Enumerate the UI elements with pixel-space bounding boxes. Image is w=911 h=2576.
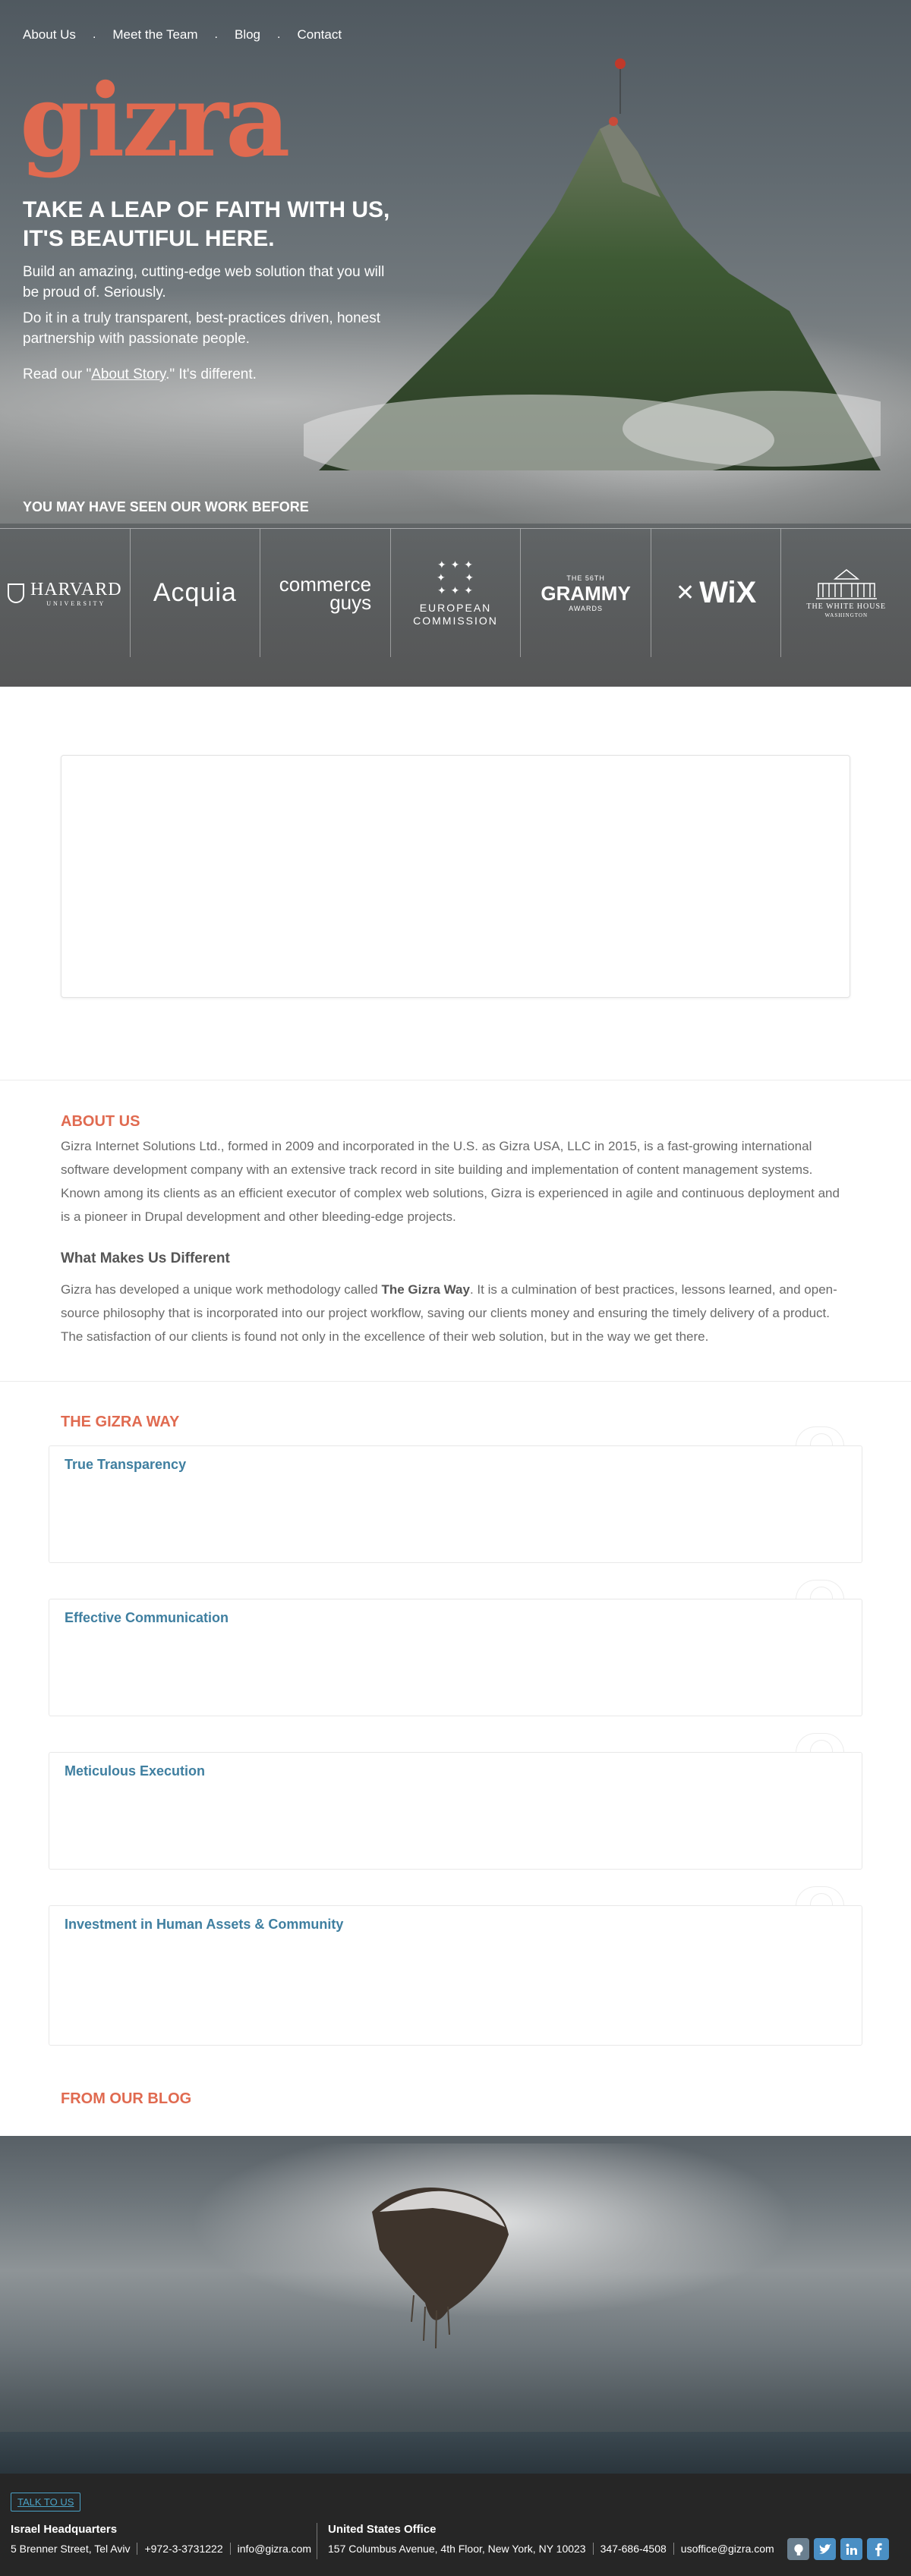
israel-office-title: Israel Headquarters xyxy=(11,2523,118,2536)
twitter-icon[interactable] xyxy=(814,2538,836,2560)
client-harvard: HARVARD UNIVERSITY xyxy=(0,529,131,657)
clients-title: YOU MAY HAVE SEEN OUR WORK BEFORE xyxy=(23,499,309,514)
way-card-title: True Transparency xyxy=(65,1457,187,1472)
wh-line-2: WASHINGTON xyxy=(824,612,868,618)
way-bubble-icon xyxy=(796,1580,844,1601)
separator xyxy=(229,2543,231,2555)
hero-headline-line-1: TAKE A LEAP OF FAITH WITH US, xyxy=(23,197,390,222)
way-card-communication[interactable]: Effective Communication xyxy=(49,1599,862,1716)
facebook-icon[interactable] xyxy=(867,2538,889,2560)
intro-3-suffix: ." It's different. xyxy=(165,366,257,382)
about-story-link[interactable]: About Story xyxy=(91,366,165,382)
hero-headline-line-2: IT'S BEAUTIFUL HERE. xyxy=(23,226,275,251)
social-links xyxy=(787,2538,889,2560)
israel-office-details: 5 Brenner Street, Tel Aviv +972-3-373122… xyxy=(11,2543,311,2555)
us-office-title: United States Office xyxy=(328,2523,437,2536)
us-phone[interactable]: 347-686-4508 xyxy=(601,2543,667,2555)
hero-headline: TAKE A LEAP OF FAITH WITH US, IT'S BEAUT… xyxy=(23,196,448,253)
way-bubble-icon xyxy=(796,1733,844,1754)
about-text-2-prefix: Gizra has developed a unique work method… xyxy=(61,1282,382,1297)
mountain-illustration xyxy=(304,58,881,470)
nav-separator: . xyxy=(92,28,96,41)
blog-hero-image[interactable] xyxy=(0,2136,911,2474)
intro-3-prefix: Read our " xyxy=(23,366,92,382)
way-card-community[interactable]: Investment in Human Assets & Community xyxy=(49,1905,862,2046)
about-text: Gizra Internet Solutions Ltd., formed in… xyxy=(61,1139,840,1224)
blog-title: FROM OUR BLOG xyxy=(61,2090,192,2107)
eu-stars-icon: ✦ ✦ ✦ ✦ ✦ ✦ ✦ ✦ xyxy=(437,558,474,596)
about-subtitle: What Makes Us Different xyxy=(61,1250,230,1266)
section-divider xyxy=(0,1381,911,1382)
way-card-title: Meticulous Execution xyxy=(65,1763,206,1779)
ec-line-2: COMMISSION xyxy=(413,615,498,627)
about-text-2: Gizra has developed a unique work method… xyxy=(61,1278,850,1348)
main-nav: About Us . Meet the Team . Blog . Contac… xyxy=(23,27,342,42)
cg-line-2: guys xyxy=(329,590,372,614)
gizra-logo[interactable]: gizra xyxy=(20,71,290,171)
footer: TALK TO US Israel Headquarters 5 Brenner… xyxy=(0,2474,911,2576)
harvard-sub: UNIVERSITY xyxy=(46,599,106,607)
us-address: 157 Columbus Avenue, 4th Floor, New York… xyxy=(328,2543,586,2555)
client-white-house: THE WHITE HOUSE WASHINGTON xyxy=(781,529,911,657)
way-bubble-icon xyxy=(796,1426,844,1448)
israel-phone[interactable]: +972-3-3731222 xyxy=(144,2543,222,2555)
nav-separator: . xyxy=(214,28,218,41)
way-card-execution[interactable]: Meticulous Execution xyxy=(49,1752,862,1870)
nav-contact[interactable]: Contact xyxy=(297,27,342,42)
us-office-details: 157 Columbus Avenue, 4th Floor, New York… xyxy=(328,2543,774,2555)
separator xyxy=(673,2543,674,2555)
floating-rock-illustration xyxy=(372,2188,509,2349)
linkedin-icon[interactable] xyxy=(840,2538,862,2560)
client-commerce-guys: commerce guys xyxy=(260,529,391,657)
harvard-shield-icon xyxy=(7,583,24,603)
nav-blog[interactable]: Blog xyxy=(235,27,260,42)
way-card-title: Effective Communication xyxy=(65,1610,229,1625)
way-card-transparency[interactable]: True Transparency xyxy=(49,1445,862,1563)
talk-to-us-button[interactable]: TALK TO US xyxy=(11,2493,81,2512)
hero: About Us . Meet the Team . Blog . Contac… xyxy=(0,0,911,687)
client-european-commission: ✦ ✦ ✦ ✦ ✦ ✦ ✦ ✦ EUROPEAN COMMISSION xyxy=(391,529,522,657)
blog-sea xyxy=(0,2432,911,2474)
hero-intro-3: Read our "About Story." It's different. xyxy=(23,364,387,385)
us-email[interactable]: usoffice@gizra.com xyxy=(681,2543,774,2555)
harvard-name: HARVARD xyxy=(30,579,122,599)
wix-name: WiX xyxy=(699,576,757,609)
video-embed[interactable] xyxy=(61,755,850,998)
israel-address: 5 Brenner Street, Tel Aviv xyxy=(11,2543,131,2555)
nav-separator: . xyxy=(277,28,281,41)
hero-intro-2: Do it in a truly transparent, best-pract… xyxy=(23,310,381,347)
nav-about-us[interactable]: About Us xyxy=(23,27,76,42)
about-title: ABOUT US xyxy=(61,1113,140,1130)
nav-meet-the-team[interactable]: Meet the Team xyxy=(112,27,197,42)
wix-x-icon: ✕ xyxy=(676,580,695,605)
white-house-icon xyxy=(815,569,877,599)
client-wix: ✕ WiX xyxy=(651,529,782,657)
acquia-name: Acquia xyxy=(153,578,237,607)
wh-line-1: THE WHITE HOUSE xyxy=(806,602,887,611)
way-card-title: Investment in Human Assets & Community xyxy=(65,1917,344,1932)
github-icon[interactable] xyxy=(787,2538,809,2560)
client-acquia: Acquia xyxy=(131,529,261,657)
gizra-way-emphasis: The Gizra Way xyxy=(381,1282,470,1297)
hero-intro-1: Build an amazing, cutting-edge web solut… xyxy=(23,264,385,300)
gizra-way-title: THE GIZRA WAY xyxy=(61,1414,180,1430)
client-logos: HARVARD UNIVERSITY Acquia commerce guys ✦ … xyxy=(0,528,911,657)
separator xyxy=(592,2543,594,2555)
israel-email[interactable]: info@gizra.com xyxy=(238,2543,311,2555)
client-grammy: THE 56TH GRAMMY AWARDS xyxy=(521,529,651,657)
way-bubble-icon xyxy=(796,1886,844,1908)
ec-line-1: EUROPEAN xyxy=(419,602,492,614)
